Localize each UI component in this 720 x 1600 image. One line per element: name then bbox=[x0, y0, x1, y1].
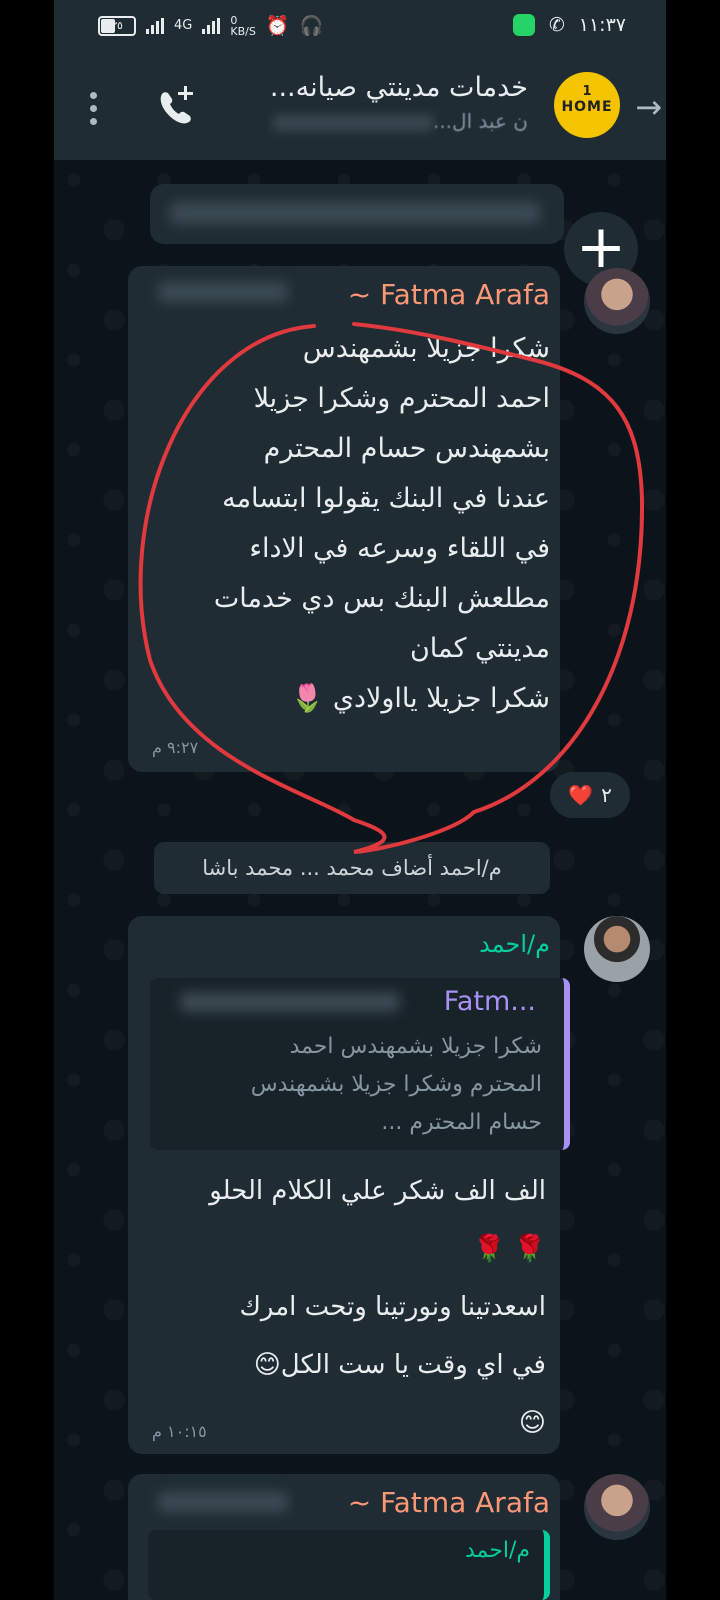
message-bubble[interactable]: ~ Fatma Arafa م/احمد bbox=[128, 1474, 560, 1600]
quoted-message[interactable]: م/احمد bbox=[148, 1530, 550, 1600]
alarm-icon: ⏰ bbox=[265, 15, 290, 37]
message-time: ١٠:١٥ م bbox=[152, 1422, 207, 1441]
system-message: م/احمد أضاف محمد ... محمد باشا bbox=[154, 842, 550, 894]
status-bar: ٣٥ 4G 0 KB/S ⏰ 🎧 ✆ ١١:٣٧ bbox=[54, 0, 666, 56]
chat-title-block[interactable]: خدمات مدينتي صيانه... ن عبد ال... bbox=[198, 72, 528, 133]
battery-icon: ٣٥ bbox=[98, 15, 136, 36]
quoted-sender: Fatm... bbox=[443, 986, 536, 1017]
blurred-message bbox=[150, 184, 564, 244]
call-notification-icon: ✆ bbox=[548, 14, 565, 36]
group-members: ن عبد ال... bbox=[198, 109, 528, 133]
quoted-sender: م/احمد bbox=[464, 1538, 530, 1563]
signal-icon bbox=[146, 17, 164, 34]
network-type: 4G bbox=[174, 18, 193, 33]
clock: ١١:٣٧ bbox=[578, 14, 626, 36]
sender-name[interactable]: ~ Fatma Arafa bbox=[348, 1486, 550, 1519]
signal-icon-2 bbox=[202, 17, 221, 34]
whatsapp-screen: ٣٥ 4G 0 KB/S ⏰ 🎧 ✆ ١١:٣٧ خدمات مدينتي صي… bbox=[54, 0, 666, 1600]
add-call-icon[interactable] bbox=[154, 84, 198, 128]
avatar[interactable] bbox=[584, 268, 650, 334]
headset-icon: 🎧 bbox=[299, 15, 324, 37]
message-bubble[interactable]: ~ Fatma Arafa شكرا جزيلا بشمهندس احمد ال… bbox=[128, 266, 560, 772]
quoted-text: شكرا جزيلا بشمهندس احمد المحترم وشكرا جز… bbox=[250, 1034, 542, 1135]
quoted-message[interactable]: Fatm... شكرا جزيلا بشمهندس احمد المحترم … bbox=[150, 978, 570, 1150]
avatar[interactable] bbox=[584, 1474, 650, 1540]
chat-header: خدمات مدينتي صيانه... ن عبد ال... 1 HOME… bbox=[54, 56, 666, 160]
data-speed: 0 KB/S bbox=[230, 13, 256, 38]
message-text: شكرا جزيلا بشمهندس احمد المحترم وشكرا جز… bbox=[213, 333, 550, 714]
heart-icon: ❤️ bbox=[568, 783, 594, 807]
group-name: خدمات مدينتي صيانه... bbox=[269, 72, 528, 103]
back-arrow-icon[interactable]: → bbox=[635, 88, 662, 126]
reaction-badge[interactable]: ❤️ ٢ bbox=[550, 772, 630, 818]
sender-name[interactable]: ~ Fatma Arafa bbox=[348, 278, 550, 311]
whatsapp-notification-icon bbox=[512, 14, 535, 36]
avatar[interactable] bbox=[584, 916, 650, 982]
sender-name[interactable]: م/احمد bbox=[479, 930, 550, 958]
menu-dots-icon[interactable] bbox=[90, 92, 98, 125]
message-time: ٩:٢٧ م bbox=[152, 738, 199, 757]
reaction-count: ٢ bbox=[601, 783, 612, 807]
message-text: الف الف شكر علي الكلام الحلو 🌹 🌹 اسعدتين… bbox=[209, 1176, 546, 1438]
group-avatar[interactable]: 1 HOME bbox=[554, 72, 620, 138]
